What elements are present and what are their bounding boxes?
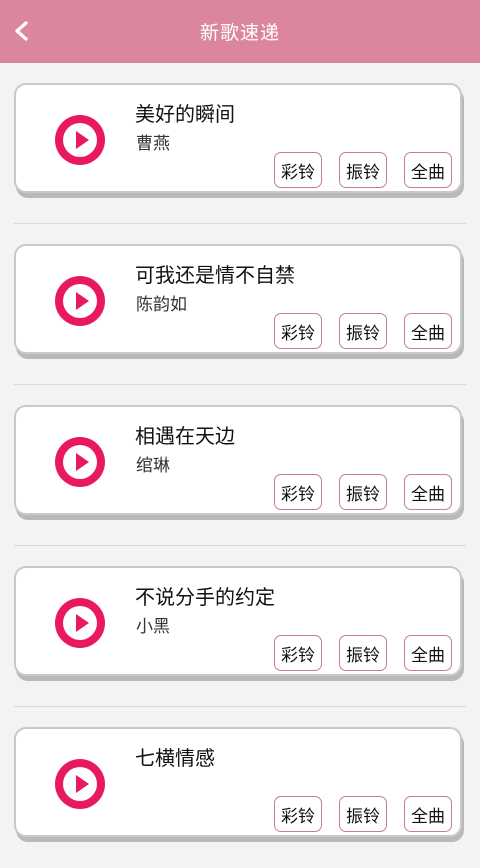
color-ring-button[interactable]: 彩铃 [274, 313, 322, 349]
song-artist: 绾琳 [136, 456, 170, 476]
song-card[interactable]: 美好的瞬间 曹燕 彩铃 振铃 全曲 [14, 83, 462, 193]
vibrate-ring-button[interactable]: 振铃 [339, 152, 387, 188]
list-item: 可我还是情不自禁 陈韵如 彩铃 振铃 全曲 [0, 224, 480, 385]
song-artist: 小黑 [136, 617, 170, 637]
song-artist: 陈韵如 [136, 295, 187, 315]
back-button[interactable] [6, 14, 36, 48]
chevron-left-icon [15, 21, 28, 41]
song-card[interactable]: 可我还是情不自禁 陈韵如 彩铃 振铃 全曲 [14, 244, 462, 354]
full-song-button[interactable]: 全曲 [404, 313, 452, 349]
full-song-button[interactable]: 全曲 [404, 152, 452, 188]
color-ring-button[interactable]: 彩铃 [274, 474, 322, 510]
song-title: 可我还是情不自禁 [135, 263, 295, 287]
play-icon[interactable] [55, 759, 105, 809]
list-item: 七横情感 彩铃 振铃 全曲 [0, 707, 480, 868]
color-ring-button[interactable]: 彩铃 [274, 635, 322, 671]
vibrate-ring-button[interactable]: 振铃 [339, 635, 387, 671]
color-ring-button[interactable]: 彩铃 [274, 796, 322, 832]
list-item: 相遇在天边 绾琳 彩铃 振铃 全曲 [0, 385, 480, 546]
song-title: 不说分手的约定 [135, 585, 275, 609]
song-title: 美好的瞬间 [135, 102, 235, 126]
color-ring-button[interactable]: 彩铃 [274, 152, 322, 188]
vibrate-ring-button[interactable]: 振铃 [339, 313, 387, 349]
full-song-button[interactable]: 全曲 [404, 635, 452, 671]
full-song-button[interactable]: 全曲 [404, 796, 452, 832]
app-header: 新歌速递 [0, 0, 480, 63]
play-icon[interactable] [55, 437, 105, 487]
song-card[interactable]: 相遇在天边 绾琳 彩铃 振铃 全曲 [14, 405, 462, 515]
play-icon[interactable] [55, 276, 105, 326]
list-item: 美好的瞬间 曹燕 彩铃 振铃 全曲 [0, 63, 480, 224]
list-item: 不说分手的约定 小黑 彩铃 振铃 全曲 [0, 546, 480, 707]
play-icon[interactable] [55, 115, 105, 165]
vibrate-ring-button[interactable]: 振铃 [339, 796, 387, 832]
song-artist: 曹燕 [136, 134, 170, 154]
vibrate-ring-button[interactable]: 振铃 [339, 474, 387, 510]
song-title: 七横情感 [135, 746, 215, 770]
song-card[interactable]: 不说分手的约定 小黑 彩铃 振铃 全曲 [14, 566, 462, 676]
page-title: 新歌速递 [199, 22, 280, 44]
play-icon[interactable] [55, 598, 105, 648]
song-card[interactable]: 七横情感 彩铃 振铃 全曲 [14, 727, 462, 837]
song-title: 相遇在天边 [135, 424, 235, 448]
full-song-button[interactable]: 全曲 [404, 474, 452, 510]
